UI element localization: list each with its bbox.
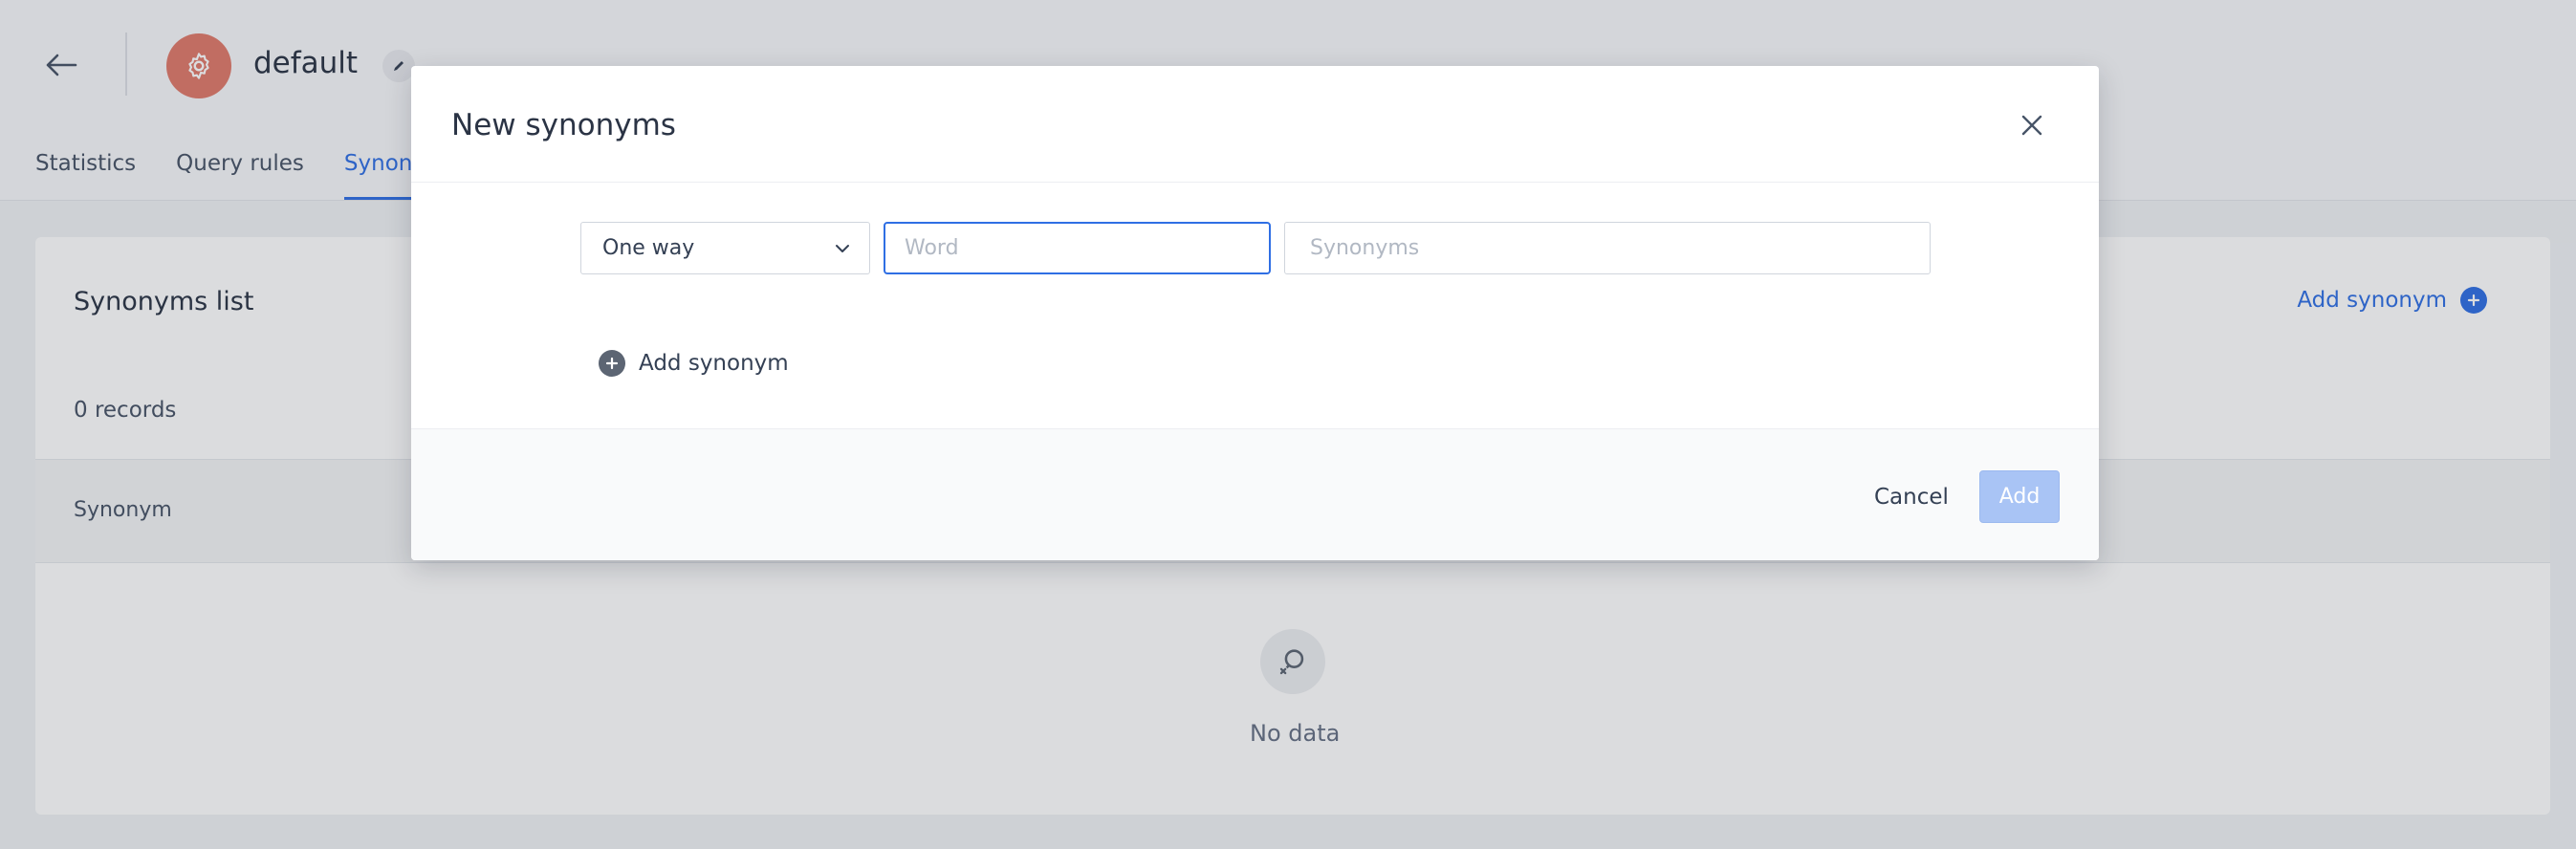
new-synonyms-modal: New synonyms One way Add synonym Cancel … [411, 66, 2099, 560]
add-synonym-row-button[interactable]: Add synonym [599, 350, 789, 377]
chevron-down-icon [836, 244, 849, 252]
add-button[interactable]: Add [1979, 470, 2060, 523]
synonyms-input[interactable] [1284, 222, 1931, 274]
synonym-type-select[interactable]: One way [580, 222, 870, 274]
close-button[interactable] [2013, 106, 2051, 144]
modal-title: New synonyms [451, 108, 676, 142]
word-input[interactable] [884, 222, 1271, 274]
app-root: default Statistics Query rules Synonyms … [0, 0, 2576, 849]
modal-footer: Cancel Add [411, 428, 2099, 560]
plus-circle-icon [599, 350, 625, 377]
synonym-type-value: One way [602, 236, 695, 260]
modal-header: New synonyms [411, 66, 2099, 183]
close-icon [2021, 115, 2042, 136]
add-synonym-row-label: Add synonym [639, 351, 789, 376]
cancel-button[interactable]: Cancel [1865, 472, 1958, 522]
